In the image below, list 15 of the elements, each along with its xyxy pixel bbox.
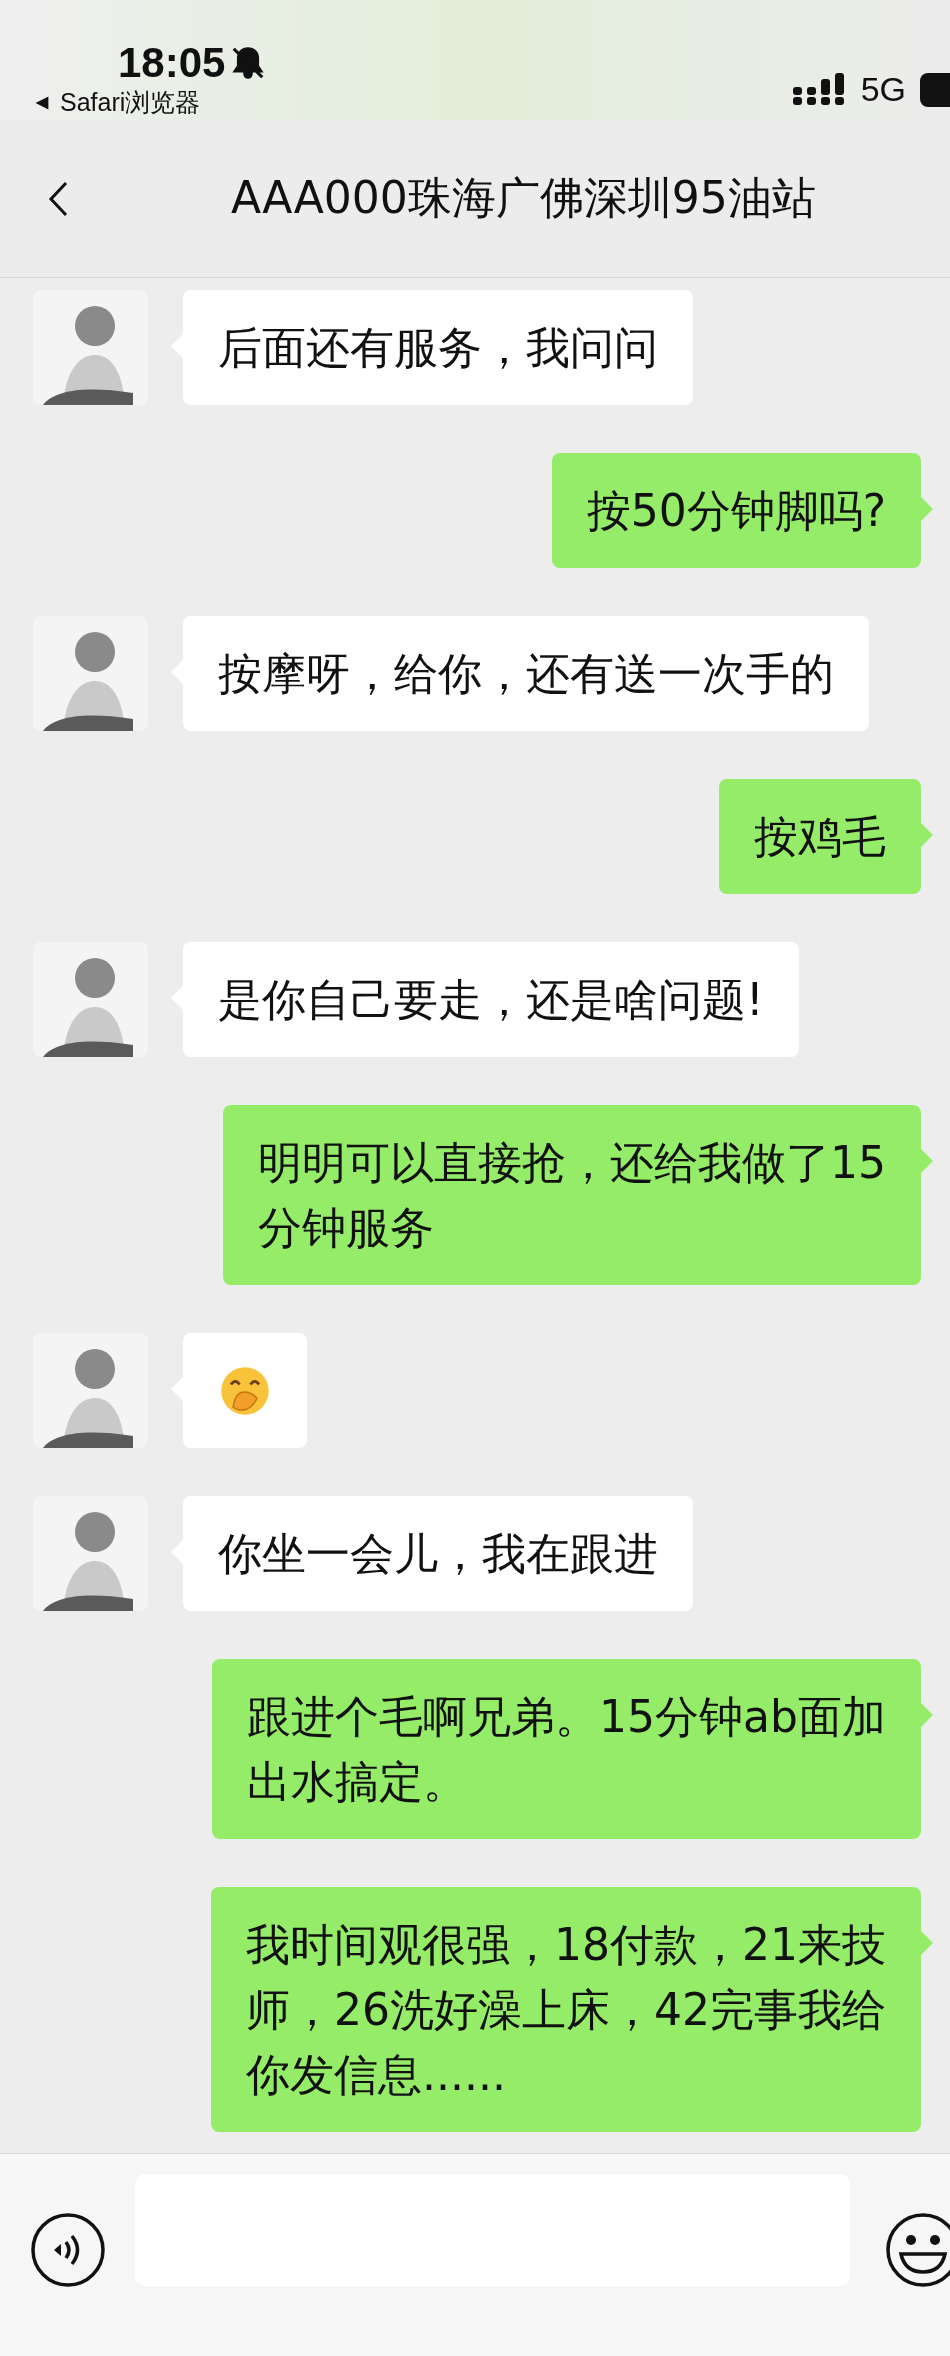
signal-icon [792, 72, 847, 107]
back-icon[interactable] [48, 180, 68, 217]
battery-icon [920, 72, 950, 107]
avatar-icon[interactable] [33, 1496, 148, 1611]
chat-title: AAA000珠海广佛深圳95油站 [231, 171, 816, 225]
status-time: 18:05 [118, 40, 226, 86]
voice-icon[interactable] [30, 2212, 106, 2288]
network-type: 5G [860, 70, 906, 109]
back-arrow-icon [34, 94, 50, 111]
avatar-icon[interactable] [33, 1333, 148, 1448]
back-to-app-link[interactable]: Safari浏览器 [34, 86, 201, 119]
emoji-icon[interactable] [885, 2212, 950, 2288]
avatar-icon[interactable] [33, 942, 148, 1057]
avatar-icon[interactable] [33, 290, 148, 405]
avatar-icon[interactable] [33, 616, 148, 731]
